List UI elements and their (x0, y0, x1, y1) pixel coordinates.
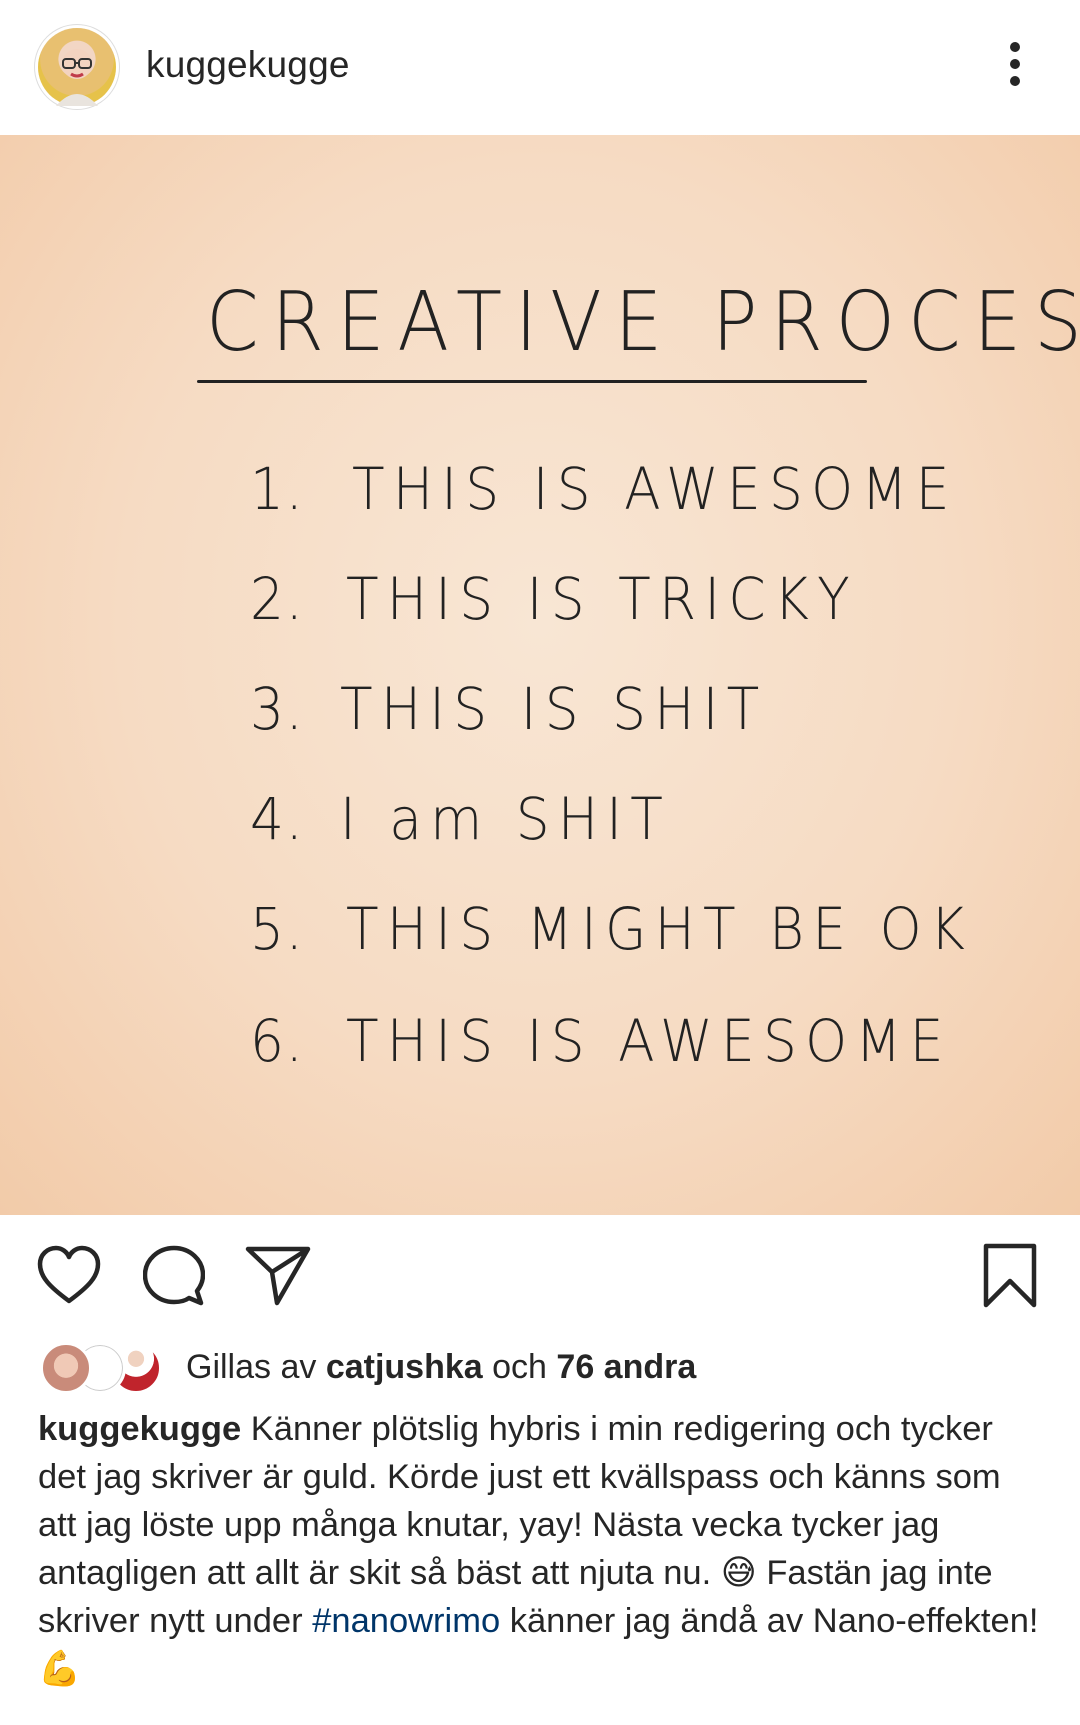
likes-conjunction: och (492, 1348, 547, 1386)
image-list-text: THIS MIGHT BE OK (346, 895, 974, 963)
comment-icon[interactable] (143, 1245, 205, 1307)
image-list-number: 6. (250, 1007, 305, 1075)
liker-avatar (40, 1342, 92, 1394)
image-list-number: 5. (250, 895, 305, 963)
likes-row[interactable]: Gillas av catjushka och 76 andra (40, 1342, 1040, 1394)
image-list-text: THIS IS SHIT (340, 675, 768, 743)
author-avatar[interactable] (38, 28, 116, 106)
image-list-text: THIS IS AWESOME (352, 455, 958, 523)
post-image[interactable]: CREATIVE PROCESS 1. THIS IS AWESOME 2. T… (0, 135, 1080, 1215)
post-caption: kuggekugge Känner plötslig hybris i min … (38, 1405, 1048, 1693)
image-list-number: 2. (250, 565, 305, 633)
grinning-sweat-emoji: 😅 (720, 1554, 757, 1592)
liker-username[interactable]: catjushka (326, 1348, 483, 1386)
image-title-underline (197, 380, 867, 383)
image-list-number: 1. (250, 455, 305, 523)
send-icon[interactable] (245, 1245, 311, 1307)
image-list-number: 4. (250, 785, 305, 853)
likes-others-count[interactable]: 76 andra (556, 1348, 696, 1386)
caption-text: känner jag ändå av Nano-effekten! (509, 1602, 1039, 1640)
likes-text: Gillas av catjushka och 76 andra (186, 1348, 696, 1387)
image-list-text: I am SHIT (340, 785, 672, 853)
heart-icon[interactable] (36, 1245, 102, 1305)
image-list-text: THIS IS TRICKY (346, 565, 859, 633)
author-username[interactable]: kuggekugge (146, 44, 350, 86)
bookmark-icon[interactable] (982, 1243, 1038, 1309)
flexed-biceps-emoji: 💪 (38, 1650, 81, 1688)
caption-username[interactable]: kuggekugge (38, 1410, 241, 1448)
more-vertical-icon[interactable] (1000, 42, 1030, 92)
post-actions (0, 1215, 1080, 1335)
hashtag-link[interactable]: #nanowrimo (312, 1602, 500, 1640)
image-title: CREATIVE PROCESS (206, 275, 1080, 370)
image-list-text: THIS IS AWESOME (346, 1007, 952, 1075)
post-header: kuggekugge (0, 0, 1080, 135)
image-list-number: 3. (250, 675, 305, 743)
likes-prefix: Gillas av (186, 1348, 317, 1386)
